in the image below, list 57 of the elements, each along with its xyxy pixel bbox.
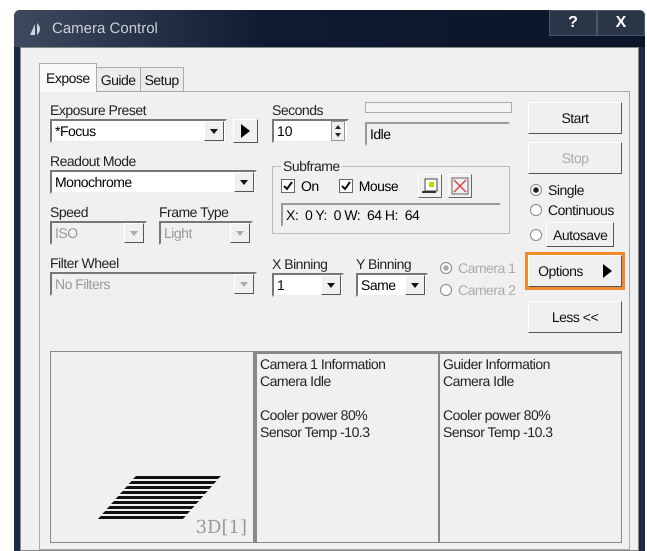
play-icon xyxy=(241,124,250,138)
info-text: Camera Idle xyxy=(260,373,332,390)
start-button[interactable]: Start xyxy=(528,102,622,134)
window-title: Camera Control xyxy=(52,20,158,37)
caret-icon xyxy=(240,282,248,286)
help-button[interactable]: ? xyxy=(549,10,597,36)
field-label: X Binning xyxy=(272,256,328,273)
tab[interactable]: Setup xyxy=(140,67,184,91)
group-label: Subframe xyxy=(282,158,341,174)
subframe-coordinates: X: 0 Y: 0 W: 64 H: 64 xyxy=(281,203,501,227)
tab[interactable]: Guide xyxy=(96,67,141,91)
field-label: Filter Wheel xyxy=(50,255,120,272)
caret-icon xyxy=(130,230,138,236)
checkmark-icon xyxy=(283,181,293,191)
play-button[interactable] xyxy=(233,119,258,143)
info-text: Camera 1 Information xyxy=(260,356,386,373)
options-button[interactable]: Options xyxy=(528,255,622,287)
field-label: Exposure Preset xyxy=(50,102,148,119)
info-text: Sensor Temp -10.3 xyxy=(260,424,371,441)
radio-button[interactable] xyxy=(530,228,542,240)
caret-icon xyxy=(327,282,335,288)
readout-dropdown[interactable]: Monochrome xyxy=(50,170,257,194)
x-binning-dropdown[interactable]: 1 xyxy=(272,273,344,297)
checkmark-icon xyxy=(340,181,351,191)
status-field: Idle xyxy=(365,122,510,146)
y-binning-dropdown[interactable]: Same xyxy=(356,273,428,297)
expand-icon xyxy=(451,177,470,195)
autosave-button[interactable]: Autosave xyxy=(546,222,614,247)
play-icon xyxy=(602,264,612,278)
info-text: Sensor Temp -10.3 xyxy=(443,424,554,441)
info-text: Camera Idle xyxy=(443,373,515,390)
full-frame-button[interactable] xyxy=(448,174,472,198)
field-label: Seconds xyxy=(272,102,324,119)
close-button[interactable]: X xyxy=(597,10,645,36)
caret-icon xyxy=(411,282,419,288)
field-label: Frame Type xyxy=(159,204,230,221)
checkbox[interactable]: On xyxy=(281,178,319,194)
seconds-spinner[interactable]: 10 xyxy=(272,119,349,143)
preview-caption: 3D[1] xyxy=(196,517,247,538)
info-text: Cooler power 80% xyxy=(260,407,368,424)
select-region-button[interactable] xyxy=(418,174,442,198)
info-text: Guider Information xyxy=(443,356,551,373)
less-button[interactable]: Less << xyxy=(528,301,622,333)
preset-dropdown[interactable]: *Focus xyxy=(50,119,227,143)
checkbox[interactable]: Mouse xyxy=(338,178,398,194)
radio-option[interactable]: Continuous xyxy=(530,202,622,218)
field-label: Y Binning xyxy=(356,256,412,273)
radio-option[interactable]: Single xyxy=(530,182,622,198)
caret-icon xyxy=(240,180,248,184)
spinner-arrows-icon xyxy=(331,121,345,141)
caret-icon xyxy=(236,230,244,236)
tab[interactable]: Expose xyxy=(39,63,97,92)
frame-icon xyxy=(421,177,440,195)
field-label: Readout Mode xyxy=(50,153,137,170)
info-text: Cooler power 80% xyxy=(443,407,552,424)
field-label: Speed xyxy=(50,204,89,221)
caret-icon xyxy=(210,128,218,134)
